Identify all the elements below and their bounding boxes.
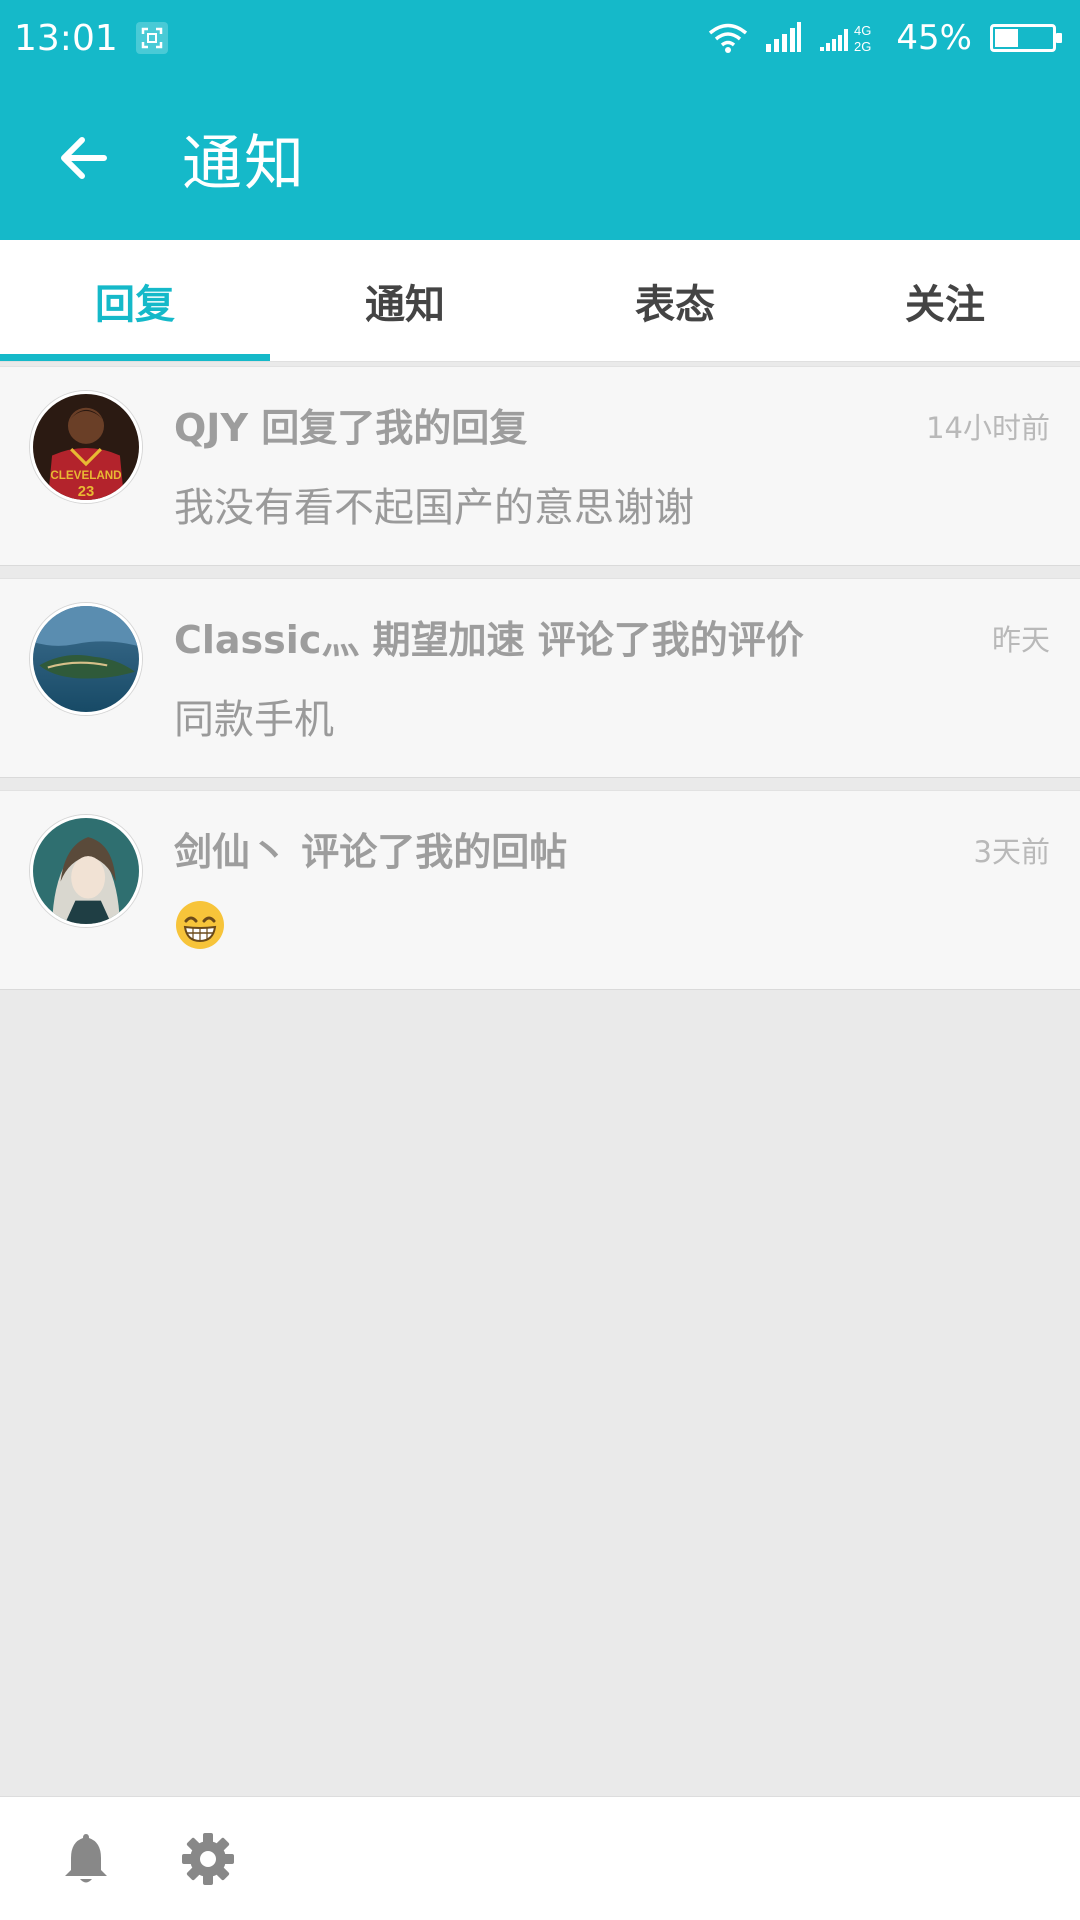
grinning-emoji-icon: [176, 901, 224, 949]
list-item[interactable]: CLEVELAND 23 QJY 回复了我的回复 14小时前 我没有看不起国产的…: [0, 366, 1080, 566]
arrow-left-icon: [61, 137, 107, 179]
app-toolbar: 通知: [0, 76, 1080, 240]
item-time: 3天前: [973, 835, 1050, 869]
tab-follows[interactable]: 关注: [810, 240, 1080, 361]
item-time: 14小时前: [926, 411, 1050, 445]
tab-reactions[interactable]: 表态: [540, 240, 810, 361]
page-title: 通知: [182, 128, 306, 199]
svg-text:23: 23: [78, 484, 94, 500]
tab-bar: 回复 通知 表态 关注: [0, 240, 1080, 362]
item-time: 昨天: [991, 623, 1050, 657]
battery-percent: 45%: [896, 18, 972, 58]
item-title: 剑仙丶 评论了我的回帖: [174, 830, 568, 874]
gear-icon: [182, 1832, 234, 1885]
svg-text:CLEVELAND: CLEVELAND: [50, 469, 121, 482]
settings-button[interactable]: [178, 1829, 238, 1889]
svg-text:4G: 4G: [854, 23, 871, 38]
status-bar: 13:01 4G 2G 45%: [0, 0, 1080, 76]
bottom-bar: [0, 1796, 1080, 1920]
notification-list: CLEVELAND 23 QJY 回复了我的回复 14小时前 我没有看不起国产的…: [0, 366, 1080, 1002]
item-title: Classic灬 期望加速 评论了我的评价: [174, 618, 804, 662]
battery-icon: [990, 24, 1062, 52]
item-content: 同款手机: [174, 697, 334, 743]
list-item[interactable]: 剑仙丶 评论了我的回帖 3天前: [0, 790, 1080, 990]
bell-icon: [65, 1833, 107, 1882]
back-button[interactable]: [24, 98, 144, 218]
screen: 13:01 4G 2G 45% 通知 回复 通知 表态 关注 CLEVELAND…: [0, 0, 1080, 1920]
wifi-icon: [708, 22, 748, 54]
signal-icon: [766, 22, 802, 54]
svg-text:2G: 2G: [854, 39, 871, 54]
notifications-button[interactable]: [56, 1829, 116, 1889]
item-content: 我没有看不起国产的意思谢谢: [174, 485, 694, 531]
battery-level: [995, 29, 1018, 47]
tab-notifications[interactable]: 通知: [270, 240, 540, 361]
avatar-anime-character[interactable]: [30, 815, 142, 927]
avatar-basketball-player[interactable]: CLEVELAND 23: [30, 391, 142, 503]
screenshot-icon: [135, 22, 168, 54]
list-item[interactable]: Classic灬 期望加速 评论了我的评价 昨天 同款手机: [0, 578, 1080, 778]
avatar-island-landscape[interactable]: [30, 603, 142, 715]
status-time: 13:01: [14, 17, 118, 59]
tab-replies[interactable]: 回复: [0, 240, 270, 361]
signal-4g-2g-icon: 4G 2G: [820, 21, 878, 55]
item-title: QJY 回复了我的回复: [174, 406, 528, 450]
